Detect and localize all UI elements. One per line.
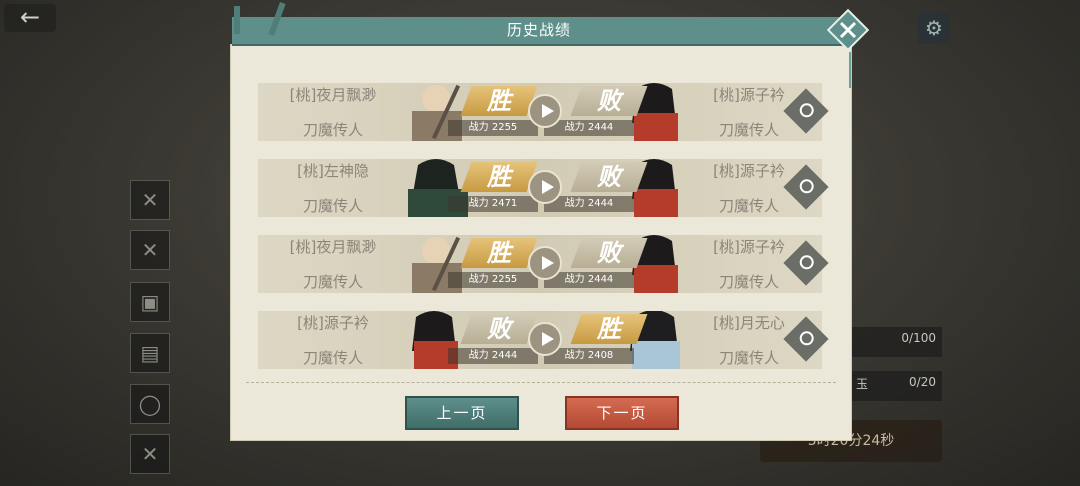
replay-play-icon[interactable]: [528, 246, 562, 280]
progress-bar-2-value: 0/20: [909, 375, 936, 389]
dialog-title: 历史战绩: [506, 21, 571, 39]
right-player-title: 刀魔传人: [718, 273, 779, 291]
right-result-text: 败: [597, 87, 621, 115]
left-result-text: 胜: [487, 163, 511, 191]
replay-play-icon[interactable]: [528, 322, 562, 356]
left-result-badge: 胜: [460, 86, 538, 116]
battle-record-row: [桃]左神隐 刀魔传人 胜 败 战力 2471 战力 2444 [桃]源子衿 刀…: [258, 159, 829, 217]
left-result-text: 胜: [487, 239, 511, 267]
close-icon[interactable]: [826, 8, 870, 52]
left-player-title: 刀魔传人: [302, 197, 363, 215]
left-result-text: 胜: [487, 87, 511, 115]
sword-icon[interactable]: ✕: [130, 230, 170, 270]
left-player-name: [桃]左神隐: [297, 162, 369, 180]
right-player-name: [桃]月无心: [713, 314, 785, 332]
left-player-name: [桃]源子衿: [297, 314, 369, 332]
right-result-badge: 胜: [570, 314, 648, 344]
close-tassel: [849, 52, 851, 88]
sword-icon[interactable]: ✕: [130, 434, 170, 474]
right-result-text: 败: [597, 239, 621, 267]
right-player-title: 刀魔传人: [718, 349, 779, 367]
progress-bar-1: 0/100: [850, 327, 942, 357]
left-player-power: 战力 2444: [448, 348, 538, 364]
replay-play-icon[interactable]: [528, 170, 562, 204]
dialog-header: 历史战绩: [232, 17, 846, 46]
replay-play-icon[interactable]: [528, 94, 562, 128]
right-result-text: 败: [597, 163, 621, 191]
right-player-title: 刀魔传人: [718, 121, 779, 139]
right-result-badge: 败: [570, 238, 648, 268]
battle-record-row: [桃]源子衿 刀魔传人 败 胜 战力 2444 战力 2408 [桃]月无心 刀…: [258, 311, 829, 369]
next-page-button[interactable]: 下一页: [565, 396, 679, 430]
chest-icon[interactable]: ▤: [130, 333, 170, 373]
left-player-title: 刀魔传人: [302, 121, 363, 139]
list-divider: [246, 382, 836, 383]
right-player-name: [桃]源子衿: [713, 238, 785, 256]
left-player-name: [桃]夜月飘渺: [289, 238, 377, 256]
progress-bar-1-value: 0/100: [901, 331, 936, 345]
back-arrow-icon[interactable]: ←: [4, 4, 56, 32]
shield-icon[interactable]: ◯: [130, 384, 170, 424]
sword-icon[interactable]: ✕: [130, 180, 170, 220]
progress-bar-2: 玉 0/20: [850, 371, 942, 401]
battle-record-row: [桃]夜月飘渺 刀魔传人 胜 败 战力 2255 战力 2444 [桃]源子衿 …: [258, 83, 829, 141]
right-player-name: [桃]源子衿: [713, 162, 785, 180]
prev-page-button[interactable]: 上一页: [405, 396, 519, 430]
left-player-name: [桃]夜月飘渺: [289, 86, 377, 104]
left-result-badge: 胜: [460, 238, 538, 268]
left-player-power: 战力 2255: [448, 120, 538, 136]
right-result-badge: 败: [570, 86, 648, 116]
left-player-power: 战力 2471: [448, 196, 538, 212]
left-player-title: 刀魔传人: [302, 349, 363, 367]
left-player-power: 战力 2255: [448, 272, 538, 288]
left-player-title: 刀魔传人: [302, 273, 363, 291]
left-result-badge: 胜: [460, 162, 538, 192]
progress-bar-2-label: 玉: [856, 377, 869, 391]
right-result-text: 胜: [597, 315, 621, 343]
scroll-icon[interactable]: ▣: [130, 282, 170, 322]
left-result-text: 败: [487, 315, 511, 343]
right-player-title: 刀魔传人: [718, 197, 779, 215]
right-player-name: [桃]源子衿: [713, 86, 785, 104]
right-result-badge: 败: [570, 162, 648, 192]
left-result-badge: 败: [460, 314, 538, 344]
gear-icon[interactable]: ⚙: [918, 12, 950, 44]
sword-ornament-icon: [234, 2, 286, 36]
battle-record-row: [桃]夜月飘渺 刀魔传人 胜 败 战力 2255 战力 2444 [桃]源子衿 …: [258, 235, 829, 293]
